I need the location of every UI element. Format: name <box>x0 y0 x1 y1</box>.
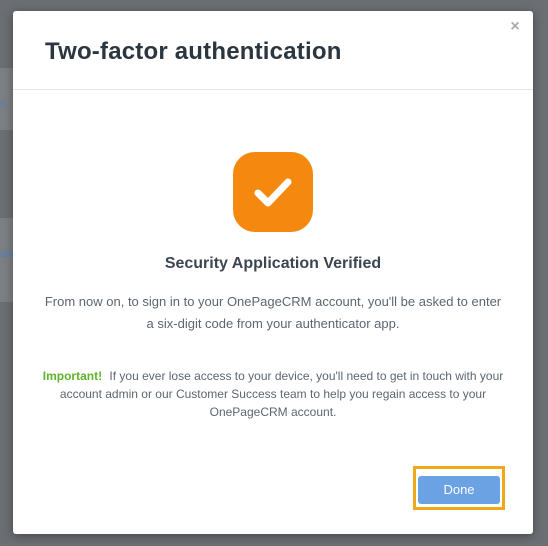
dialog-header: Two-factor authentication × <box>13 11 533 90</box>
two-factor-dialog: Two-factor authentication × Security App… <box>13 11 533 534</box>
dialog-title: Two-factor authentication <box>45 38 342 65</box>
background-link-fragment: om <box>0 249 14 260</box>
checkmark-icon <box>233 152 313 232</box>
close-icon[interactable]: × <box>507 19 523 35</box>
important-text: If you ever lose access to your device, … <box>59 369 504 419</box>
checkmark-glyph <box>254 178 292 207</box>
background-panel <box>0 218 14 302</box>
done-button[interactable]: Done <box>418 476 500 504</box>
background-link-fragment: n <box>0 98 6 109</box>
verified-heading: Security Application Verified <box>164 255 382 272</box>
important-notice: Important! If you ever lose access to yo… <box>37 367 509 421</box>
important-label: Important! <box>42 369 103 383</box>
verification-description: From now on, to sign in to your OnePageC… <box>44 294 502 331</box>
